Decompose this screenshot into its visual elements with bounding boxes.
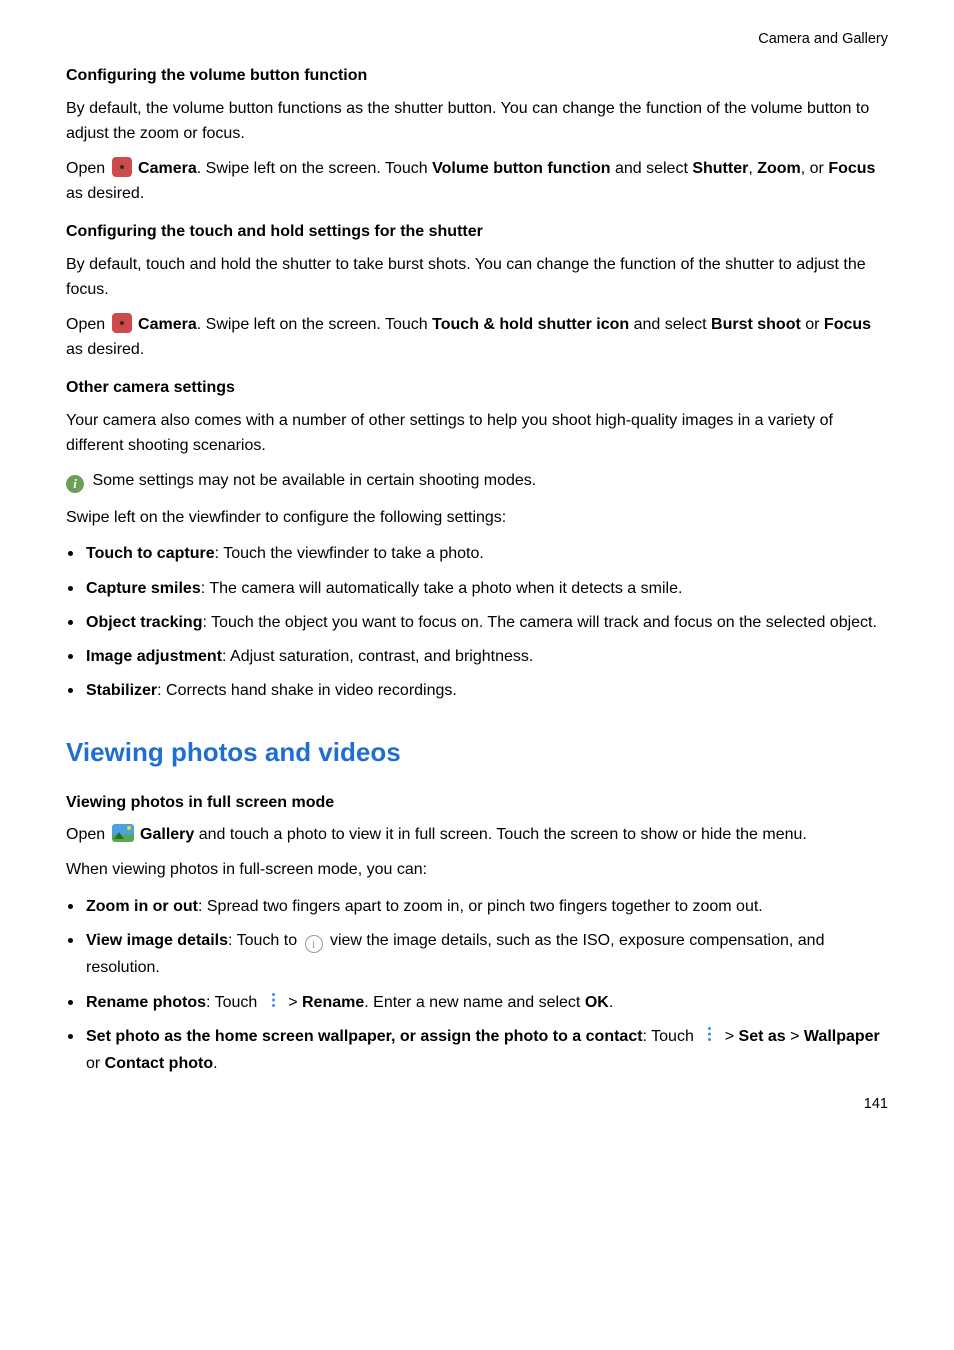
text: > [284, 994, 302, 1011]
info-circle-icon: i [305, 935, 323, 953]
text: > [786, 1028, 804, 1045]
para: By default, the volume button functions … [66, 97, 888, 147]
text-bold: Set as [739, 1028, 786, 1045]
text: > [720, 1028, 738, 1045]
text-bold: Volume button function [432, 160, 610, 177]
more-vertical-icon [700, 1025, 718, 1043]
text: : Touch [643, 1028, 699, 1045]
page-header-section: Camera and Gallery [66, 28, 888, 50]
text-bold: Camera [138, 160, 197, 177]
list-item: Stabilizer: Corrects hand shake in video… [66, 677, 888, 704]
subheading-fullscreen: Viewing photos in full screen mode [66, 791, 888, 816]
camera-icon [112, 313, 132, 333]
text: . Swipe left on the screen. Touch [197, 316, 432, 333]
text-bold: Set photo as the home screen wallpaper, … [86, 1028, 643, 1045]
text: Open [66, 316, 110, 333]
text-bold: Rename photos [86, 994, 206, 1011]
note: i Some settings may not be available in … [66, 469, 888, 494]
text-bold: OK [585, 994, 609, 1011]
text-bold: Stabilizer [86, 682, 157, 699]
note-text: Some settings may not be available in ce… [88, 472, 536, 489]
text: . [609, 994, 613, 1011]
text: as desired. [66, 341, 144, 358]
text-bold: View image details [86, 932, 228, 949]
heading-viewing: Viewing photos and videos [66, 732, 888, 772]
page-number: 141 [66, 1093, 888, 1115]
bullet-list: Zoom in or out: Spread two fingers apart… [66, 893, 888, 1077]
list-item: Rename photos: Touch > Rename. Enter a n… [66, 989, 888, 1016]
text: : Touch the object you want to focus on.… [202, 614, 876, 631]
text-bold: Gallery [140, 826, 194, 843]
para: Open Camera. Swipe left on the screen. T… [66, 313, 888, 363]
text: : Touch to [228, 932, 302, 949]
camera-icon [112, 157, 132, 177]
text: : Corrects hand shake in video recording… [157, 682, 457, 699]
text: and select [611, 160, 693, 177]
list-item: Object tracking: Touch the object you wa… [66, 609, 888, 636]
heading-touch-hold: Configuring the touch and hold settings … [66, 220, 888, 245]
text-bold: Zoom [757, 160, 801, 177]
text: Open [66, 160, 110, 177]
heading-other-settings: Other camera settings [66, 376, 888, 401]
text: Open [66, 826, 110, 843]
text-bold: Image adjustment [86, 648, 222, 665]
text-bold: Contact photo [105, 1055, 213, 1072]
list-item: Image adjustment: Adjust saturation, con… [66, 643, 888, 670]
gallery-icon [112, 824, 134, 842]
list-item: Capture smiles: The camera will automati… [66, 575, 888, 602]
text: . [213, 1055, 217, 1072]
text-bold: Rename [302, 994, 364, 1011]
text: or [801, 316, 824, 333]
para: Your camera also comes with a number of … [66, 409, 888, 459]
text-bold: Focus [828, 160, 875, 177]
para: Open Gallery and touch a photo to view i… [66, 823, 888, 848]
text-bold: Object tracking [86, 614, 202, 631]
text-bold: Focus [824, 316, 871, 333]
list-item: Zoom in or out: Spread two fingers apart… [66, 893, 888, 920]
text-bold: Wallpaper [804, 1028, 880, 1045]
text: , [748, 160, 757, 177]
text: or [86, 1055, 105, 1072]
list-item: Set photo as the home screen wallpaper, … [66, 1023, 888, 1077]
text-bold: Touch & hold shutter icon [432, 316, 629, 333]
text: : Touch the viewfinder to take a photo. [215, 545, 484, 562]
text-bold: Camera [138, 316, 197, 333]
para: Swipe left on the viewfinder to configur… [66, 506, 888, 531]
text: and touch a photo to view it in full scr… [194, 826, 807, 843]
text: , or [801, 160, 829, 177]
text: : Adjust saturation, contrast, and brigh… [222, 648, 533, 665]
list-item: Touch to capture: Touch the viewfinder t… [66, 540, 888, 567]
list-item: View image details: Touch to i view the … [66, 927, 888, 981]
text: . Enter a new name and select [364, 994, 585, 1011]
text-bold: Shutter [692, 160, 748, 177]
heading-volume-button: Configuring the volume button function [66, 64, 888, 89]
para: Open Camera. Swipe left on the screen. T… [66, 157, 888, 207]
text-bold: Touch to capture [86, 545, 215, 562]
text: : The camera will automatically take a p… [201, 580, 683, 597]
text: and select [629, 316, 711, 333]
text-bold: Burst shoot [711, 316, 801, 333]
text: : Spread two fingers apart to zoom in, o… [198, 898, 763, 915]
para: When viewing photos in full-screen mode,… [66, 858, 888, 883]
text: . Swipe left on the screen. Touch [197, 160, 432, 177]
text: as desired. [66, 185, 144, 202]
text-bold: Capture smiles [86, 580, 201, 597]
info-icon: i [66, 475, 84, 493]
text: : Touch [206, 994, 262, 1011]
bullet-list: Touch to capture: Touch the viewfinder t… [66, 540, 888, 704]
text-bold: Zoom in or out [86, 898, 198, 915]
para: By default, touch and hold the shutter t… [66, 253, 888, 303]
more-vertical-icon [264, 991, 282, 1009]
